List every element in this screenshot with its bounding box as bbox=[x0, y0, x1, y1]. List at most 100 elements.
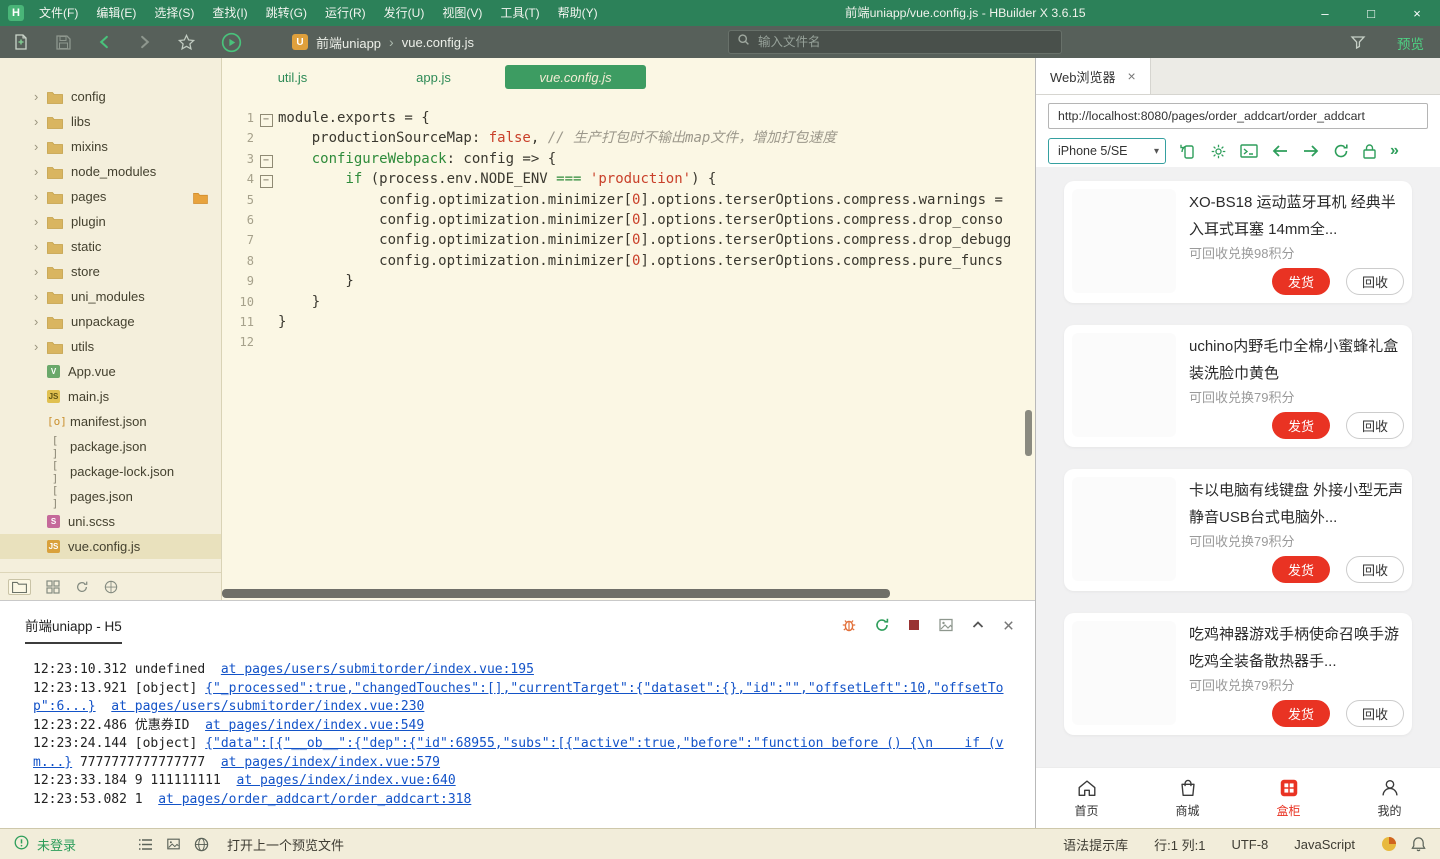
code-line-5[interactable]: 5 config.optimization.minimizer[0].optio… bbox=[222, 190, 1023, 210]
debug-icon[interactable] bbox=[841, 617, 857, 633]
new-file-icon[interactable] bbox=[12, 33, 30, 51]
code-line-1[interactable]: 1−module.exports = { bbox=[222, 108, 1023, 128]
tree-item-store[interactable]: ›store bbox=[0, 259, 221, 284]
chevron-right-icon[interactable]: › bbox=[34, 114, 47, 129]
tree-item-libs[interactable]: ›libs bbox=[0, 109, 221, 134]
console-link[interactable]: at pages/index/index.vue:549 bbox=[205, 718, 424, 733]
code-line-2[interactable]: 2 productionSourceMap: false, // 生产打包时不输… bbox=[222, 128, 1023, 148]
open-previous-preview-button[interactable]: 打开上一个预览文件 bbox=[227, 835, 344, 854]
export-icon[interactable] bbox=[938, 617, 954, 633]
recycle-button[interactable]: 回收 bbox=[1346, 700, 1404, 727]
ship-button[interactable]: 发货 bbox=[1272, 556, 1330, 583]
chevron-right-icon[interactable]: › bbox=[34, 339, 47, 354]
menu-item-3[interactable]: 查找(I) bbox=[203, 0, 256, 26]
cursor-position[interactable]: 行:1 列:1 bbox=[1154, 835, 1205, 854]
browser-tab[interactable]: Web浏览器 × bbox=[1036, 58, 1151, 94]
settings-icon[interactable] bbox=[1210, 143, 1227, 160]
nav-back-icon[interactable] bbox=[1271, 144, 1289, 158]
tabbar-我的[interactable]: 我的 bbox=[1339, 768, 1440, 828]
product-card-2[interactable]: 卡以电脑有线键盘 外接小型无声静音USB台式电脑外...可回收兑换79积分发货回… bbox=[1064, 469, 1412, 591]
code-line-12[interactable]: 12 bbox=[222, 332, 1023, 352]
console-tab[interactable]: 前端uniapp - H5 bbox=[25, 615, 122, 644]
editor-tab-util.js[interactable]: util.js bbox=[222, 58, 363, 96]
code-line-9[interactable]: 9 } bbox=[222, 271, 1023, 291]
tree-item-static[interactable]: ›static bbox=[0, 234, 221, 259]
save-icon[interactable] bbox=[55, 34, 72, 51]
tree-item-pages.json[interactable]: [ ]pages.json bbox=[0, 484, 221, 509]
tabbar-盒柜[interactable]: 盒柜 bbox=[1238, 768, 1339, 828]
ship-button[interactable]: 发货 bbox=[1272, 700, 1330, 727]
editor-tab-app.js[interactable]: app.js bbox=[363, 58, 504, 96]
forward-icon[interactable] bbox=[137, 34, 152, 50]
chevron-right-icon[interactable]: › bbox=[34, 289, 47, 304]
tree-item-unpackage[interactable]: ›unpackage bbox=[0, 309, 221, 334]
tree-item-node_modules[interactable]: ›node_modules bbox=[0, 159, 221, 184]
recycle-button[interactable]: 回收 bbox=[1346, 556, 1404, 583]
search-input[interactable] bbox=[756, 34, 1053, 50]
chevron-right-icon[interactable]: › bbox=[34, 314, 47, 329]
fold-icon[interactable]: − bbox=[260, 175, 273, 188]
tree-item-main.js[interactable]: JSmain.js bbox=[0, 384, 221, 409]
encoding-indicator[interactable]: UTF-8 bbox=[1231, 837, 1268, 852]
grid-panel-icon[interactable] bbox=[46, 580, 60, 594]
history-panel-icon[interactable] bbox=[75, 580, 89, 594]
code-line-11[interactable]: 11} bbox=[222, 312, 1023, 332]
globe-icon[interactable] bbox=[194, 837, 209, 852]
run-icon[interactable] bbox=[221, 32, 242, 53]
chevron-right-icon[interactable]: › bbox=[34, 89, 47, 104]
menu-item-1[interactable]: 编辑(E) bbox=[87, 0, 145, 26]
back-icon[interactable] bbox=[97, 34, 112, 50]
recycle-button[interactable]: 回收 bbox=[1346, 268, 1404, 295]
close-icon[interactable]: × bbox=[1128, 68, 1136, 84]
rotate-device-icon[interactable] bbox=[1179, 142, 1197, 160]
tree-item-manifest.json[interactable]: [o]manifest.json bbox=[0, 409, 221, 434]
fold-icon[interactable]: − bbox=[260, 114, 273, 127]
code-line-7[interactable]: 7 config.optimization.minimizer[0].optio… bbox=[222, 230, 1023, 250]
horizontal-scrollbar-thumb[interactable] bbox=[222, 589, 890, 598]
ship-button[interactable]: 发货 bbox=[1272, 268, 1330, 295]
devtools-icon[interactable] bbox=[1240, 143, 1258, 159]
file-search-box[interactable] bbox=[728, 30, 1062, 54]
globe-panel-icon[interactable] bbox=[104, 580, 118, 594]
vertical-scrollbar-thumb[interactable] bbox=[1025, 410, 1032, 456]
minimize-icon[interactable]: – bbox=[1302, 0, 1348, 26]
code-line-6[interactable]: 6 config.optimization.minimizer[0].optio… bbox=[222, 210, 1023, 230]
product-card-0[interactable]: XO-BS18 运动蓝牙耳机 经典半入耳式耳塞 14mm全...可回收兑换98积… bbox=[1064, 181, 1412, 303]
restart-icon[interactable] bbox=[874, 617, 890, 633]
tree-item-plugin[interactable]: ›plugin bbox=[0, 209, 221, 234]
url-input[interactable] bbox=[1048, 103, 1428, 129]
product-card-3[interactable]: 吃鸡神器游戏手柄使命召唤手游吃鸡全装备散热器手...可回收兑换79积分发货回收 bbox=[1064, 613, 1412, 735]
tree-item-config[interactable]: ›config bbox=[0, 84, 221, 109]
tree-item-vue.config.js[interactable]: JSvue.config.js bbox=[0, 534, 221, 559]
filter-icon[interactable] bbox=[1350, 34, 1366, 55]
tree-item-App.vue[interactable]: VApp.vue bbox=[0, 359, 221, 384]
chevron-right-icon[interactable]: › bbox=[34, 189, 47, 204]
chevron-right-icon[interactable]: › bbox=[34, 139, 47, 154]
menu-item-7[interactable]: 视图(V) bbox=[433, 0, 491, 26]
fold-icon[interactable]: − bbox=[260, 155, 273, 168]
preview-button[interactable]: 预览 bbox=[1397, 33, 1424, 53]
language-mode[interactable]: JavaScript bbox=[1294, 837, 1355, 852]
tabbar-首页[interactable]: 首页 bbox=[1036, 768, 1137, 828]
code-line-3[interactable]: 3− configureWebpack: config => { bbox=[222, 149, 1023, 169]
refresh-icon[interactable] bbox=[1333, 143, 1349, 159]
code-line-8[interactable]: 8 config.optimization.minimizer[0].optio… bbox=[222, 251, 1023, 271]
tree-item-mixins[interactable]: ›mixins bbox=[0, 134, 221, 159]
breadcrumb-project[interactable]: 前端uniapp bbox=[316, 33, 381, 52]
maximize-icon[interactable]: □ bbox=[1348, 0, 1394, 26]
lock-icon[interactable] bbox=[1362, 143, 1377, 160]
tree-item-package.json[interactable]: [ ]package.json bbox=[0, 434, 221, 459]
console-link[interactable]: at pages/index/index.vue:579 bbox=[221, 755, 440, 770]
menu-item-5[interactable]: 运行(R) bbox=[316, 0, 375, 26]
tree-item-uni.scss[interactable]: Suni.scss bbox=[0, 509, 221, 534]
horizontal-scrollbar[interactable] bbox=[222, 589, 1035, 598]
console-link[interactable]: at pages/index/index.vue:640 bbox=[237, 773, 456, 788]
screenshot-icon[interactable] bbox=[166, 837, 181, 851]
console-link[interactable]: at pages/users/submitorder/index.vue:230 bbox=[111, 699, 424, 714]
console-link[interactable]: at pages/order_addcart/order_addcart:318 bbox=[158, 792, 471, 807]
console-link[interactable]: at pages/users/submitorder/index.vue:195 bbox=[221, 662, 534, 677]
tree-item-utils[interactable]: ›utils bbox=[0, 334, 221, 359]
close-icon[interactable]: × bbox=[1394, 0, 1440, 26]
chevron-right-icon[interactable]: › bbox=[34, 214, 47, 229]
login-status[interactable]: 未登录 bbox=[37, 835, 76, 854]
